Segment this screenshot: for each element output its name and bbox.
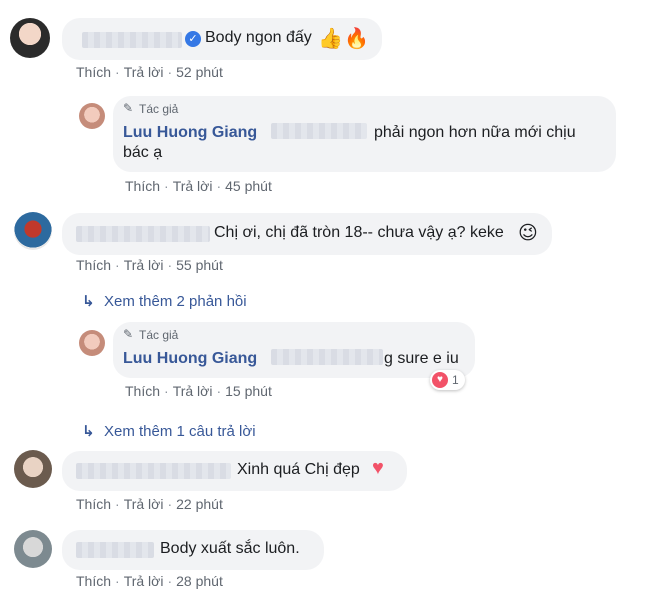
avatar[interactable] xyxy=(79,330,105,356)
reply-bubble: ✎ Tác giả Luu Huong Giang phải ngon hơn … xyxy=(113,96,616,172)
redacted-username xyxy=(82,32,182,48)
like-button[interactable]: Thích xyxy=(125,178,160,194)
like-button[interactable]: Thích xyxy=(76,257,111,273)
comment-bubble: ✓ Body ngon đấy 👍 🔥 xyxy=(62,18,382,60)
timestamp[interactable]: 28 phút xyxy=(176,573,223,589)
redacted-tag xyxy=(271,349,383,365)
redacted-username xyxy=(76,463,231,479)
heart-reaction-icon: ♥ xyxy=(432,372,448,388)
avatar[interactable] xyxy=(79,103,105,129)
reply-button[interactable]: Trả lời xyxy=(173,178,213,194)
author-name-link[interactable]: Luu Huong Giang xyxy=(123,124,257,142)
avatar[interactable] xyxy=(14,530,52,568)
author-badge: Tác giả xyxy=(139,328,179,342)
comment-text: bác ạ xyxy=(123,144,163,161)
comment-bubble: Body xuất sắc luôn. xyxy=(62,530,324,570)
author-badge: Tác giả xyxy=(139,102,179,116)
reply-button[interactable]: Trả lời xyxy=(124,257,164,273)
view-more-replies-link[interactable]: ↳ Xem thêm 1 câu trả lời xyxy=(82,422,256,440)
redacted-username xyxy=(76,542,154,558)
comment-actions: Thích · Trả lời · 22 phút xyxy=(76,496,223,512)
timestamp[interactable]: 52 phút xyxy=(176,64,223,80)
reply-arrow-icon: ↳ xyxy=(82,423,95,440)
reply-bubble: ✎ Tác giả Luu Huong Giang g sure e iu xyxy=(113,322,475,378)
reply-button[interactable]: Trả lời xyxy=(124,496,164,512)
comment-text: Chị ơi, chị đã tròn 18-- chưa vậy ạ? kek… xyxy=(214,224,504,241)
reply-button[interactable]: Trả lời xyxy=(173,383,213,399)
comment-actions: Thích · Trả lời · 15 phút xyxy=(125,383,272,399)
comment-actions: Thích · Trả lời · 52 phút xyxy=(76,64,223,80)
smile-icon: 😉 xyxy=(518,223,538,244)
author-name-link[interactable]: Luu Huong Giang xyxy=(123,350,257,368)
comment-bubble: Chị ơi, chị đã tròn 18-- chưa vậy ạ? kek… xyxy=(62,213,552,255)
pencil-icon: ✎ xyxy=(123,327,134,341)
avatar[interactable] xyxy=(14,450,52,488)
reaction-count[interactable]: ♥ 1 xyxy=(430,370,465,390)
timestamp[interactable]: 22 phút xyxy=(176,496,223,512)
timestamp[interactable]: 15 phút xyxy=(225,383,272,399)
reply-arrow-icon: ↳ xyxy=(82,293,95,310)
reply-button[interactable]: Trả lời xyxy=(124,573,164,589)
redacted-username xyxy=(76,226,210,242)
comment-text: Xinh quá Chị đẹp xyxy=(237,461,360,478)
comment-text: phải ngon hơn nữa mới chịu xyxy=(374,124,576,141)
like-button[interactable]: Thích xyxy=(76,496,111,512)
timestamp[interactable]: 45 phút xyxy=(225,178,272,194)
comment-text: g sure e iu xyxy=(384,350,459,367)
avatar[interactable] xyxy=(14,212,52,250)
thumbs-up-icon: 👍 xyxy=(318,28,343,50)
like-button[interactable]: Thích xyxy=(125,383,160,399)
redacted-tag xyxy=(271,123,367,139)
fire-icon: 🔥 xyxy=(344,28,369,50)
comment-bubble: Xinh quá Chị đẹp ♥ xyxy=(62,451,407,491)
comment-actions: Thích · Trả lời · 28 phút xyxy=(76,573,223,589)
comment-actions: Thích · Trả lời · 55 phút xyxy=(76,257,223,273)
like-button[interactable]: Thích xyxy=(76,573,111,589)
heart-icon: ♥ xyxy=(372,457,384,479)
reply-button[interactable]: Trả lời xyxy=(124,64,164,80)
verified-badge-icon: ✓ xyxy=(185,31,201,47)
comment-text: Body xuất sắc luôn. xyxy=(160,540,300,557)
avatar[interactable] xyxy=(10,18,50,58)
comment-text: Body ngon đấy xyxy=(205,29,312,46)
pencil-icon: ✎ xyxy=(123,101,134,115)
timestamp[interactable]: 55 phút xyxy=(176,257,223,273)
like-button[interactable]: Thích xyxy=(76,64,111,80)
comment-actions: Thích · Trả lời · 45 phút xyxy=(125,178,272,194)
view-more-replies-link[interactable]: ↳ Xem thêm 2 phản hồi xyxy=(82,292,247,310)
